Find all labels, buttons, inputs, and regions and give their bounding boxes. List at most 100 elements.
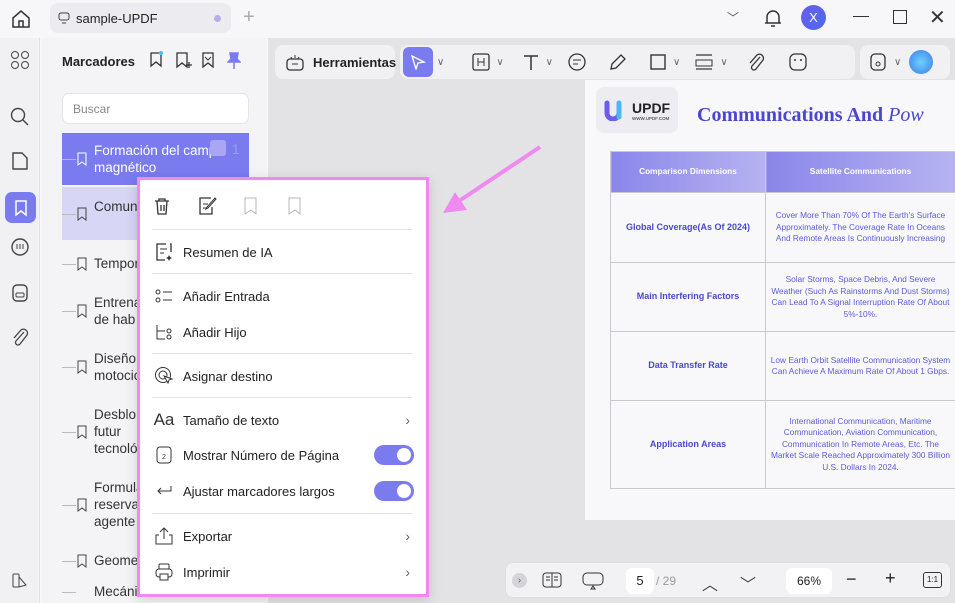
bookmark-icon xyxy=(77,152,87,166)
bookmark-label: Entrena de hab xyxy=(94,295,142,327)
home-icon[interactable] xyxy=(10,8,32,30)
right-toolbar: ∨ xyxy=(860,45,950,79)
chevron-down-icon[interactable]: ∨ xyxy=(673,57,680,68)
edit-icon[interactable] xyxy=(197,196,219,216)
comment-tool-icon[interactable] xyxy=(567,52,587,72)
wrap-bookmarks-toggle[interactable] xyxy=(374,481,414,501)
select-tool-icon[interactable] xyxy=(403,47,433,77)
list-add-icon xyxy=(152,288,176,304)
bookmark-label: Diseño motocic xyxy=(94,351,141,383)
menu-item-add-child[interactable]: Añadir Hijo xyxy=(152,318,418,346)
chevron-down-icon[interactable]: ∨ xyxy=(496,57,503,68)
move-up-icon xyxy=(243,196,259,216)
page-total: / 29 xyxy=(656,574,677,588)
page-number-input[interactable]: 5 xyxy=(626,568,654,594)
bookmark-icon xyxy=(77,498,87,512)
chevron-right-icon: › xyxy=(405,412,410,428)
page-icon[interactable] xyxy=(8,149,32,173)
bookmark-panel-icon[interactable] xyxy=(5,192,36,223)
menu-item-add-entry[interactable]: Añadir Entrada xyxy=(152,282,418,310)
chevron-down-icon[interactable]: ∨ xyxy=(894,57,901,68)
highlighter-icon[interactable] xyxy=(609,53,627,71)
maximize-icon[interactable] xyxy=(893,10,907,24)
bell-icon[interactable] xyxy=(763,7,783,29)
bookmark-context-menu: Resumen de IA Añadir Entrada Añadir Hijo… xyxy=(137,177,429,597)
pin-icon[interactable] xyxy=(227,51,241,71)
bookmark-icon xyxy=(77,425,87,439)
menu-item-assign-destination[interactable]: Asignar destino xyxy=(152,362,418,390)
text-box-icon[interactable] xyxy=(472,53,490,71)
title-bar: sample-UPDF + ﹀ X ✕ xyxy=(0,0,955,38)
table-row: Global Coverage(As Of 2024) Cover More Th… xyxy=(610,192,955,263)
chevron-down-icon[interactable]: ﹀ xyxy=(740,571,756,595)
add-bookmark-icon[interactable] xyxy=(175,51,193,69)
main-toolbar: ∨ ∨ ∨ ∨ ∨ xyxy=(400,45,855,79)
zoom-in-icon[interactable]: + xyxy=(885,568,896,589)
save-device-icon[interactable] xyxy=(870,52,886,72)
comparison-table: Comparison Dimensions Satellite Communica… xyxy=(610,151,955,489)
ai-summary-icon xyxy=(152,242,176,262)
stamp-icon[interactable] xyxy=(8,281,32,305)
bookmark-label: Geome xyxy=(94,553,139,568)
note-icon[interactable] xyxy=(210,140,226,156)
page-number-icon: 2 xyxy=(152,445,176,465)
attachment-tool-icon[interactable] xyxy=(746,52,766,72)
rectangle-icon[interactable] xyxy=(649,53,667,71)
apps-icon[interactable] xyxy=(8,48,32,72)
toolbox-icon xyxy=(285,52,305,72)
comment-icon[interactable] xyxy=(8,236,32,260)
pdf-page: UPDF WWW.UPDF.COM Communications And Pow … xyxy=(585,80,955,520)
chevron-down-icon[interactable]: ﹀ xyxy=(727,9,739,26)
unsaved-dot xyxy=(214,15,221,22)
menu-item-print[interactable]: Imprimir › xyxy=(152,558,418,586)
chevron-down-icon[interactable]: ∨ xyxy=(437,57,444,68)
bookmark-icon xyxy=(77,207,87,221)
tools-label: Herramientas xyxy=(313,54,397,70)
updf-logo: UPDF WWW.UPDF.COM xyxy=(596,87,678,133)
minimize-icon[interactable] xyxy=(853,16,869,17)
ai-assistant-icon[interactable] xyxy=(909,50,934,74)
zoom-out-icon[interactable]: − xyxy=(846,569,857,590)
ai-bookmark-icon[interactable] xyxy=(149,50,165,68)
search-icon[interactable] xyxy=(8,105,32,129)
close-icon[interactable]: ✕ xyxy=(929,5,946,30)
delete-icon[interactable] xyxy=(153,196,171,216)
chevron-down-icon[interactable]: ∨ xyxy=(546,57,553,68)
tools-button[interactable]: Herramientas xyxy=(275,45,397,79)
presentation-icon[interactable] xyxy=(582,572,604,590)
menu-item-ai-summary[interactable]: Resumen de IA xyxy=(152,238,418,266)
show-page-number-toggle[interactable] xyxy=(374,445,414,465)
move-down-icon xyxy=(287,196,303,216)
bottom-toolbar: › 5 / 29 ︿ ﹀ 66% − + 1:1 xyxy=(505,562,951,598)
table-row: Application Areas International Communica… xyxy=(610,400,955,489)
bookmark-search-input[interactable]: Buscar xyxy=(62,93,249,124)
bookmark-icon xyxy=(77,360,87,374)
page-number: 1 xyxy=(232,142,240,157)
chevron-right-icon: › xyxy=(405,564,410,580)
annotation-arrow-icon xyxy=(443,145,542,213)
avatar[interactable]: X xyxy=(801,5,826,30)
bookmark-label: Formación del campo magnético xyxy=(94,143,224,175)
actual-size-button[interactable]: 1:1 xyxy=(923,572,942,588)
sticker-icon[interactable] xyxy=(788,52,808,72)
text-size-icon: Aa xyxy=(153,410,175,429)
theme-icon[interactable] xyxy=(8,568,32,592)
monitor-icon xyxy=(58,12,70,24)
zoom-level[interactable]: 66% xyxy=(786,568,832,594)
attachment-icon[interactable] xyxy=(8,325,32,349)
ruler-icon[interactable] xyxy=(694,53,714,71)
menu-item-export[interactable]: Exportar › xyxy=(152,522,418,550)
chevron-up-icon[interactable]: ︿ xyxy=(702,571,718,595)
menu-item-show-page-number[interactable]: 2 Mostrar Número de Página xyxy=(152,441,418,469)
menu-item-wrap-long-bookmarks[interactable]: Ajustar marcadores largos xyxy=(152,477,418,505)
menu-item-text-size[interactable]: Aa Tamaño de texto › xyxy=(152,406,418,434)
text-icon[interactable] xyxy=(522,53,540,71)
expand-icon[interactable]: › xyxy=(512,573,527,588)
collapse-bookmarks-icon[interactable] xyxy=(201,51,215,69)
new-tab-icon[interactable]: + xyxy=(243,6,255,29)
logo-text: UPDF xyxy=(632,99,671,116)
chevron-down-icon[interactable]: ∨ xyxy=(720,57,727,68)
reading-mode-icon[interactable] xyxy=(542,572,562,588)
tree-child-icon xyxy=(152,323,176,341)
document-tab[interactable]: sample-UPDF xyxy=(50,3,231,33)
